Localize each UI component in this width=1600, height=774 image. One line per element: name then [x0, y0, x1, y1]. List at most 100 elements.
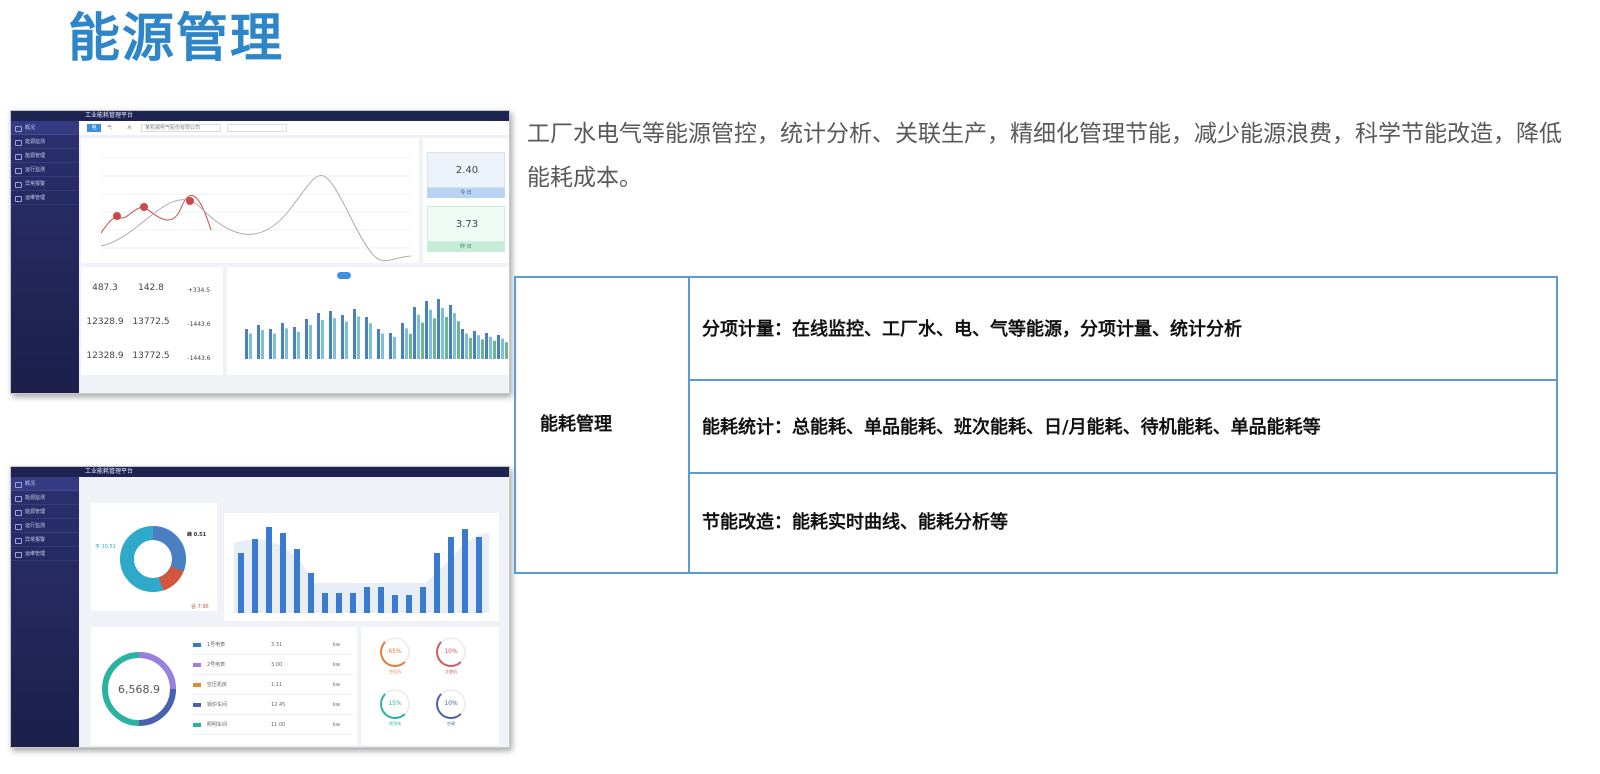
- bar: [476, 537, 482, 613]
- bar: [261, 330, 264, 359]
- legend-value: 3.31: [271, 642, 283, 648]
- kpi-value: 13772.5: [132, 351, 170, 361]
- bar: [501, 338, 504, 359]
- legend-row: 1号电表 3.31 kw: [193, 635, 353, 655]
- ring: 65%: [380, 637, 410, 667]
- bar: [353, 309, 356, 359]
- bar: [309, 325, 312, 359]
- legend-swatch: [193, 723, 201, 727]
- kpi-grid-panel: 487.3 142.8 +334.5 12328.9 13772.5 -1443…: [81, 267, 223, 375]
- table-row: 节能改造：能耗实时曲线、能耗分析等: [702, 512, 1008, 533]
- bar: [421, 322, 424, 359]
- bar: [257, 325, 260, 359]
- bar: [392, 595, 398, 613]
- donut-label: 峰 0.51: [187, 532, 207, 538]
- sidebar-item[interactable]: 能源监测: [11, 491, 79, 505]
- sidebar-item[interactable]: 异常报警: [11, 533, 79, 547]
- energy-management-table: 能耗管理 分项计量：在线监控、工厂水、电、气等能源，分项计量、统计分析 能耗统计…: [514, 276, 1558, 574]
- date-select[interactable]: [227, 124, 287, 132]
- sidebar-item[interactable]: 概况: [11, 477, 79, 491]
- bar: [249, 333, 252, 359]
- bar: [462, 529, 468, 613]
- bar: [365, 317, 368, 359]
- tab-gas[interactable]: 气: [107, 124, 112, 131]
- peak-marker[interactable]: [186, 197, 194, 205]
- bar: [266, 527, 272, 613]
- kpi-value: 487.3: [92, 283, 118, 293]
- meter-legend: 1号电表 3.31 kw 2号电表 3.00 kw 空压机房 1.11 kw 锅炉车间 12.45 k…: [193, 635, 353, 735]
- legend-name: 照明车间: [207, 722, 228, 728]
- peak-marker[interactable]: [140, 203, 148, 211]
- bar: [252, 539, 258, 613]
- app-main: 电 气 水 某机械电气股份有限公司 2.40 今 日 3.73 昨 日 487.…: [79, 121, 509, 393]
- bar: [469, 338, 472, 359]
- legend-value: 1.11: [271, 682, 283, 688]
- bar-chart: [245, 299, 508, 359]
- bar: [433, 318, 436, 359]
- app-title: 工业能耗管理平台: [85, 112, 134, 119]
- sidebar-item[interactable]: 能源管理: [11, 149, 79, 163]
- legend-row: 照明车间 11.00 kw: [193, 715, 353, 735]
- bar: [269, 329, 272, 359]
- sidebar-item[interactable]: 概况: [11, 121, 79, 135]
- kpi-delta: -1443.6: [187, 355, 211, 362]
- bar: [485, 333, 488, 359]
- bar: [350, 593, 356, 613]
- bar: [420, 587, 426, 613]
- bar: [333, 318, 336, 359]
- bar: [401, 323, 404, 359]
- company-select[interactable]: 某机械电气股份有限公司: [141, 124, 221, 132]
- gauge-chart: 6,568.9: [102, 652, 176, 726]
- bar: [473, 331, 476, 359]
- ring-item: 65% 空压机: [375, 637, 415, 685]
- kpi-value: 13772.5: [132, 317, 170, 327]
- bar: [417, 314, 420, 359]
- toggle-button[interactable]: [337, 272, 351, 279]
- ring: 10%: [436, 637, 466, 667]
- app-title: 工业能耗管理平台: [85, 468, 134, 475]
- bar: [409, 333, 412, 359]
- bar: [238, 553, 244, 613]
- bar: [357, 316, 360, 359]
- sidebar-item[interactable]: 异常报警: [11, 177, 79, 191]
- sidebar-item[interactable]: 运行监测: [11, 519, 79, 533]
- kpi-delta: +334.5: [187, 287, 211, 294]
- dashboard-screenshot-1: 工业能耗管理平台 概况 能源监测 能源管理 运行监测 异常报警 运维管理 电 气…: [10, 110, 510, 394]
- bar: [329, 311, 332, 359]
- ring-item: 15% 喷涂线: [375, 689, 415, 737]
- legend-row: 2号电表 3.00 kw: [193, 655, 353, 675]
- sidebar-item[interactable]: 运维管理: [11, 547, 79, 561]
- sidebar-item[interactable]: 运行监测: [11, 163, 79, 177]
- bar: [294, 549, 300, 613]
- bar: [308, 573, 314, 613]
- monthly-bar-panel: [224, 513, 499, 621]
- line-chart-panel: [81, 138, 419, 263]
- donut-segment: [152, 526, 186, 572]
- yesterday-value: 3.73: [455, 219, 479, 230]
- bar: [322, 593, 328, 613]
- legend-swatch: [193, 703, 201, 707]
- app-main: 峰 0.51 平 10.51 谷 7.96 6,568.9 1号电表 3.31 kw…: [79, 477, 509, 747]
- bar: [305, 319, 308, 359]
- kpi-value: 142.8: [138, 283, 164, 293]
- legend-value: 12.45: [271, 702, 286, 708]
- kpi-delta: -1443.6: [187, 321, 211, 328]
- bar: [453, 313, 456, 359]
- sidebar-item[interactable]: 能源监测: [11, 135, 79, 149]
- sidebar-item[interactable]: 能源管理: [11, 505, 79, 519]
- legend-name: 锅炉车间: [207, 702, 228, 708]
- ring-panel: 65% 空压机 10% 注塑机 15% 喷涂线 10% 空调: [361, 627, 499, 745]
- monthly-bar-chart: [234, 527, 489, 613]
- sidebar-item[interactable]: 运维管理: [11, 191, 79, 205]
- bar: [281, 323, 284, 359]
- bar: [429, 309, 432, 359]
- peak-marker[interactable]: [113, 212, 121, 220]
- tab-water[interactable]: 水: [127, 124, 132, 131]
- legend-swatch: [193, 643, 201, 647]
- tab-electric[interactable]: 电: [87, 124, 101, 132]
- bar: [481, 339, 484, 359]
- legend-unit: kw: [333, 642, 340, 648]
- page-title: 能源管理: [68, 9, 285, 69]
- today-label: 今 日: [427, 188, 505, 198]
- bar: [461, 329, 464, 359]
